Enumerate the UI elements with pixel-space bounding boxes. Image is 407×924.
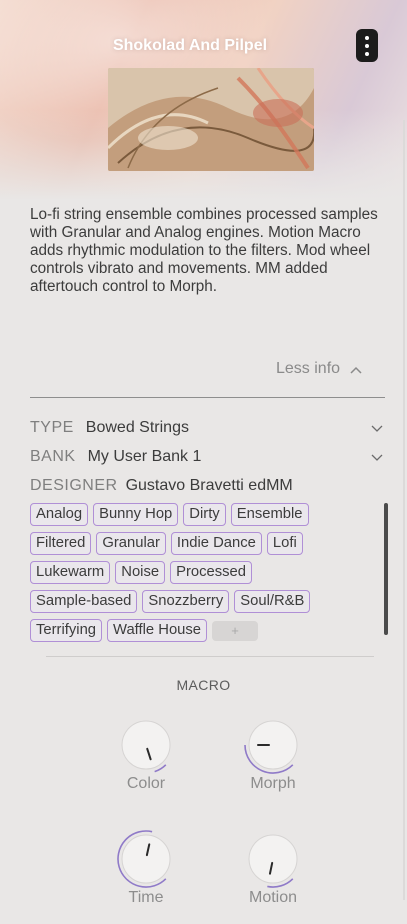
knob-label-color: Color (126, 775, 166, 792)
knob-motion[interactable] (243, 829, 303, 889)
section-divider (30, 397, 385, 398)
chevron-down-icon[interactable] (371, 421, 383, 436)
knob-body (121, 720, 171, 770)
tag-chip[interactable]: Lofi (266, 532, 303, 555)
tag-chip[interactable]: Noise (115, 561, 166, 584)
knob-label-time: Time (128, 889, 164, 906)
tag-chip[interactable]: Processed (170, 561, 253, 584)
knob-label-morph: Morph (250, 775, 296, 792)
type-key: TYPE (30, 419, 74, 436)
knob-color[interactable] (116, 715, 176, 775)
bank-value: My User Bank 1 (87, 448, 202, 465)
preset-title: Shokolad And Pilpel (112, 37, 268, 54)
type-row[interactable]: TYPE Bowed Strings (30, 419, 385, 437)
type-value: Bowed Strings (85, 419, 189, 436)
tag-chip[interactable]: Terrifying (30, 619, 103, 642)
tag-chip[interactable]: Lukewarm (30, 561, 111, 584)
tag-chip[interactable]: Indie Dance (170, 532, 262, 555)
tag-chip[interactable]: Snozzberry (142, 590, 230, 613)
tag-chip[interactable]: Granular (96, 532, 166, 555)
knob-body (121, 834, 171, 884)
bank-key: BANK (30, 448, 76, 465)
tags-row: Lukewarm Noise Processed (30, 561, 370, 584)
tag-chip[interactable]: Ensemble (230, 503, 309, 526)
macro-divider (46, 656, 374, 657)
tags-scrollbar[interactable] (384, 503, 388, 635)
tag-chip[interactable]: Bunny Hop (93, 503, 179, 526)
kebab-menu-icon[interactable] (356, 29, 378, 62)
tag-chip[interactable]: Sample-based (30, 590, 138, 613)
tags-row: Analog Bunny Hop Dirty Ensemble (30, 503, 370, 526)
designer-row: DESIGNER Gustavo Bravetti edMM (30, 477, 385, 495)
chevron-down-icon[interactable] (371, 450, 383, 465)
tags-area: Analog Bunny Hop Dirty Ensemble Filtered Gran… (30, 503, 370, 648)
knob-body (248, 720, 298, 770)
preset-artwork (108, 68, 314, 171)
knob-time[interactable] (116, 829, 176, 889)
preset-header: Shokolad And Pilpel (0, 0, 407, 200)
tags-row: Sample-based Snozzberry Soul/R&B (30, 590, 370, 613)
designer-key: DESIGNER (30, 477, 118, 494)
tag-chip[interactable]: Soul/R&B (234, 590, 311, 613)
panel-scrollbar[interactable] (403, 120, 405, 900)
designer-value: Gustavo Bravetti edMM (125, 477, 293, 494)
knob-body (248, 834, 298, 884)
less-info-toggle[interactable]: Less info (276, 360, 362, 378)
tags-row: Terrifying Waffle House + (30, 619, 370, 642)
chevron-up-icon (350, 361, 362, 377)
tag-chip[interactable]: Waffle House (107, 619, 208, 642)
knob-label-motion: Motion (248, 889, 298, 906)
less-info-label: Less info (276, 360, 341, 377)
tags-row: Filtered Granular Indie Dance Lofi (30, 532, 370, 555)
bank-row[interactable]: BANK My User Bank 1 (30, 448, 385, 466)
tag-chip[interactable]: Dirty (183, 503, 226, 526)
tag-chip[interactable]: Filtered (30, 532, 92, 555)
preset-description: Lo-fi string ensemble combines processed… (30, 206, 378, 295)
add-tag-button[interactable]: + (212, 621, 259, 641)
knob-morph[interactable] (243, 715, 303, 775)
macro-title: MACRO (176, 677, 231, 693)
tag-chip[interactable]: Analog (30, 503, 89, 526)
